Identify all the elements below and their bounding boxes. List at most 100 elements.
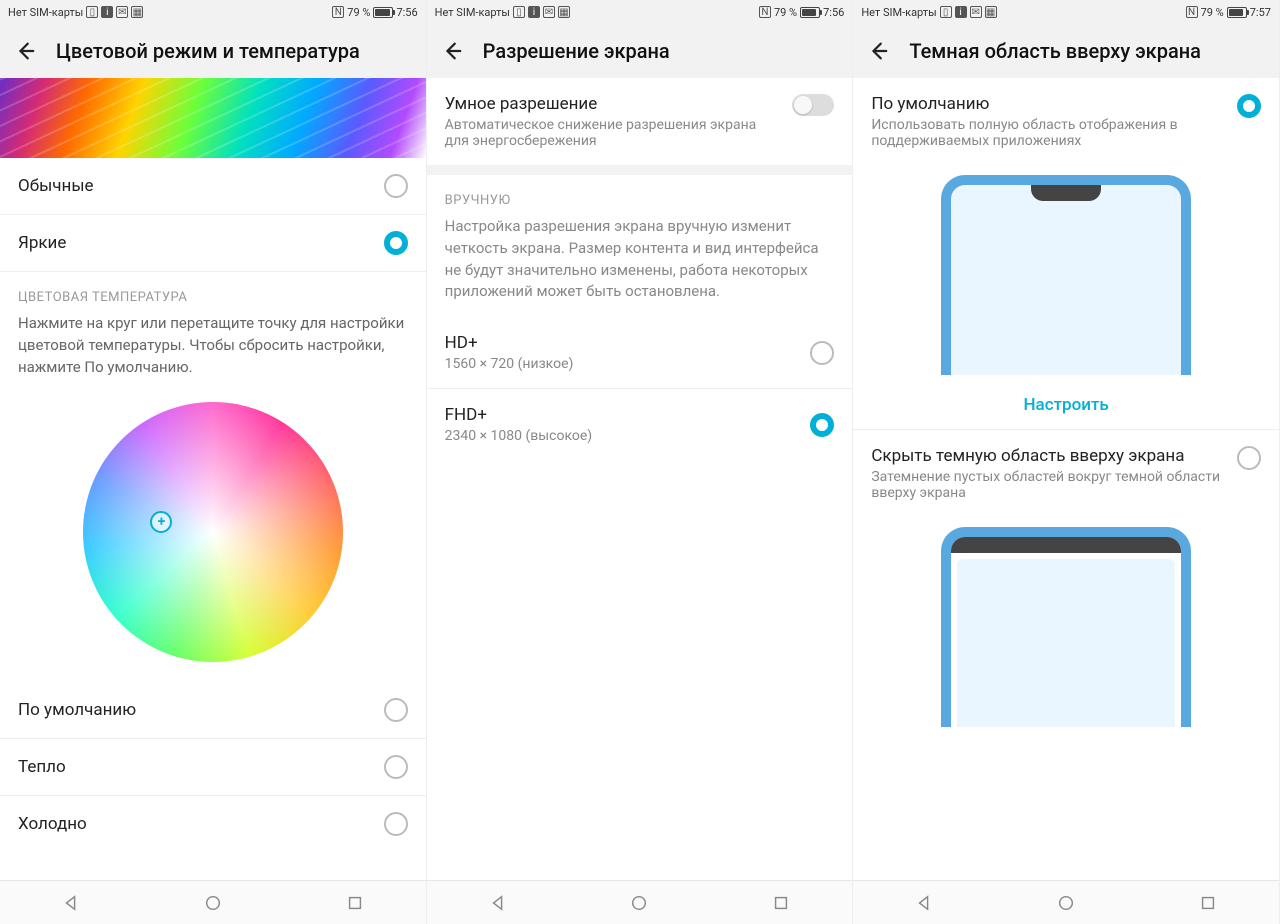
radio-unchecked-icon bbox=[384, 812, 408, 836]
content: Умное разрешение Автоматическое снижение… bbox=[427, 78, 853, 880]
back-icon[interactable] bbox=[441, 40, 463, 62]
manual-section-desc: Настройка разрешения экрана вручную изме… bbox=[427, 216, 853, 317]
nav-back-icon[interactable] bbox=[489, 894, 507, 912]
status-right: N 79 % 7:56 bbox=[332, 6, 417, 19]
radio-unchecked-icon bbox=[810, 341, 834, 365]
hd-sub: 1560 × 720 (низкое) bbox=[445, 356, 799, 372]
clock: 7:56 bbox=[823, 6, 844, 19]
screen-notch: Нет SIM-карты ▯ i ✉ ▦ N 79 % 7:57 Темная… bbox=[853, 0, 1280, 924]
header: Разрешение экрана bbox=[427, 24, 853, 78]
radio-checked-icon bbox=[384, 231, 408, 255]
qr-icon: ▦ bbox=[558, 6, 570, 18]
radio-unchecked-icon bbox=[384, 174, 408, 198]
screen-resolution: Нет SIM-карты ▯ i ✉ ▦ N 79 % 7:56 Разреш… bbox=[427, 0, 854, 924]
no-sim-label: Нет SIM-карты bbox=[8, 6, 83, 19]
nfc-icon: N bbox=[332, 6, 344, 18]
notch-default-label: По умолчанию bbox=[871, 94, 1225, 114]
sim-icon: ▯ bbox=[513, 6, 525, 18]
nav-recent-icon[interactable] bbox=[1199, 894, 1217, 912]
battery-pct: 79 % bbox=[1201, 6, 1224, 19]
radio-checked-icon bbox=[1237, 94, 1261, 118]
nav-home-icon[interactable] bbox=[204, 894, 222, 912]
rainbow-preview bbox=[0, 78, 426, 158]
radio-unchecked-icon bbox=[1237, 446, 1261, 470]
preset-default-label: По умолчанию bbox=[18, 700, 136, 720]
status-left: Нет SIM-карты ▯ i ✉ ▦ bbox=[435, 6, 570, 19]
color-wheel-wrap: + bbox=[0, 392, 426, 682]
resolution-hd-row[interactable]: HD+ 1560 × 720 (низкое) bbox=[427, 317, 853, 389]
temp-section-desc: Нажмите на круг или перетащите точку для… bbox=[0, 313, 426, 392]
battery-pct: 79 % bbox=[774, 6, 797, 19]
nav-recent-icon[interactable] bbox=[346, 894, 364, 912]
radio-checked-icon bbox=[810, 413, 834, 437]
notch-hide-row[interactable]: Скрыть темную область вверху экрана Зате… bbox=[853, 430, 1279, 517]
smart-resolution-row[interactable]: Умное разрешение Автоматическое снижение… bbox=[427, 78, 853, 165]
status-right: N 79 % 7:56 bbox=[759, 6, 844, 19]
notch-hide-preview bbox=[853, 517, 1279, 733]
color-wheel[interactable]: + bbox=[83, 402, 343, 662]
toggle-off-icon[interactable] bbox=[792, 94, 834, 116]
info-icon: i bbox=[101, 6, 113, 18]
mode-normal-row[interactable]: Обычные bbox=[0, 158, 426, 215]
clock: 7:56 bbox=[396, 6, 417, 19]
color-wheel-marker-icon[interactable]: + bbox=[150, 511, 172, 533]
notch-default-desc: Использовать полную область отображения … bbox=[871, 117, 1225, 149]
mode-vivid-label: Яркие bbox=[18, 233, 66, 253]
fhd-sub: 2340 × 1080 (высокое) bbox=[445, 428, 799, 444]
notch-hide-label: Скрыть темную область вверху экрана bbox=[871, 446, 1225, 466]
status-left: Нет SIM-карты ▯ i ✉ ▦ bbox=[861, 6, 996, 19]
no-sim-label: Нет SIM-карты bbox=[861, 6, 936, 19]
preset-warm-row[interactable]: Тепло bbox=[0, 739, 426, 796]
no-sim-label: Нет SIM-карты bbox=[435, 6, 510, 19]
clock: 7:57 bbox=[1250, 6, 1271, 19]
status-bar: Нет SIM-карты ▯ i ✉ ▦ N 79 % 7:56 bbox=[0, 0, 426, 24]
nav-bar bbox=[853, 880, 1279, 924]
mail-icon: ✉ bbox=[543, 6, 555, 18]
screen-area bbox=[957, 559, 1175, 727]
nav-home-icon[interactable] bbox=[630, 894, 648, 912]
battery-icon bbox=[1227, 7, 1247, 18]
qr-icon: ▦ bbox=[985, 6, 997, 18]
status-right: N 79 % 7:57 bbox=[1186, 6, 1271, 19]
nav-bar bbox=[0, 880, 426, 924]
mode-vivid-row[interactable]: Яркие bbox=[0, 215, 426, 272]
temp-section-header: ЦВЕТОВАЯ ТЕМПЕРАТУРА bbox=[0, 272, 426, 313]
back-icon[interactable] bbox=[867, 40, 889, 62]
divider bbox=[427, 165, 853, 175]
notch-default-preview bbox=[853, 165, 1279, 381]
page-title: Цветовой режим и температура bbox=[56, 39, 360, 63]
sim-icon: ▯ bbox=[86, 6, 98, 18]
back-icon[interactable] bbox=[14, 40, 36, 62]
battery-pct: 79 % bbox=[347, 6, 370, 19]
status-bar: Нет SIM-карты ▯ i ✉ ▦ N 79 % 7:57 bbox=[853, 0, 1279, 24]
notch-hide-desc: Затемнение пустых областей вокруг темной… bbox=[871, 469, 1225, 501]
notch-default-row[interactable]: По умолчанию Использовать полную область… bbox=[853, 78, 1279, 165]
preset-cold-row[interactable]: Холодно bbox=[0, 796, 426, 852]
phone-illustration bbox=[941, 175, 1191, 375]
configure-link[interactable]: Настроить bbox=[853, 381, 1279, 430]
nav-recent-icon[interactable] bbox=[772, 894, 790, 912]
mail-icon: ✉ bbox=[970, 6, 982, 18]
resolution-fhd-row[interactable]: FHD+ 2340 × 1080 (высокое) bbox=[427, 389, 853, 460]
battery-icon bbox=[373, 7, 393, 18]
header: Цветовой режим и температура bbox=[0, 24, 426, 78]
qr-icon: ▦ bbox=[131, 6, 143, 18]
nav-home-icon[interactable] bbox=[1057, 894, 1075, 912]
dark-topbar-icon bbox=[951, 537, 1181, 553]
nav-back-icon[interactable] bbox=[62, 894, 80, 912]
preset-warm-label: Тепло bbox=[18, 757, 66, 777]
nav-bar bbox=[427, 880, 853, 924]
radio-unchecked-icon bbox=[384, 755, 408, 779]
mode-normal-label: Обычные bbox=[18, 176, 94, 196]
preset-default-row[interactable]: По умолчанию bbox=[0, 682, 426, 739]
hd-label: HD+ bbox=[445, 333, 799, 353]
preset-cold-label: Холодно bbox=[18, 814, 87, 834]
mail-icon: ✉ bbox=[116, 6, 128, 18]
header: Темная область вверху экрана bbox=[853, 24, 1279, 78]
page-title: Темная область вверху экрана bbox=[909, 39, 1201, 63]
content: Обычные Яркие ЦВЕТОВАЯ ТЕМПЕРАТУРА Нажми… bbox=[0, 78, 426, 880]
status-left: Нет SIM-карты ▯ i ✉ ▦ bbox=[8, 6, 143, 19]
battery-icon bbox=[800, 7, 820, 18]
sim-icon: ▯ bbox=[940, 6, 952, 18]
nav-back-icon[interactable] bbox=[915, 894, 933, 912]
